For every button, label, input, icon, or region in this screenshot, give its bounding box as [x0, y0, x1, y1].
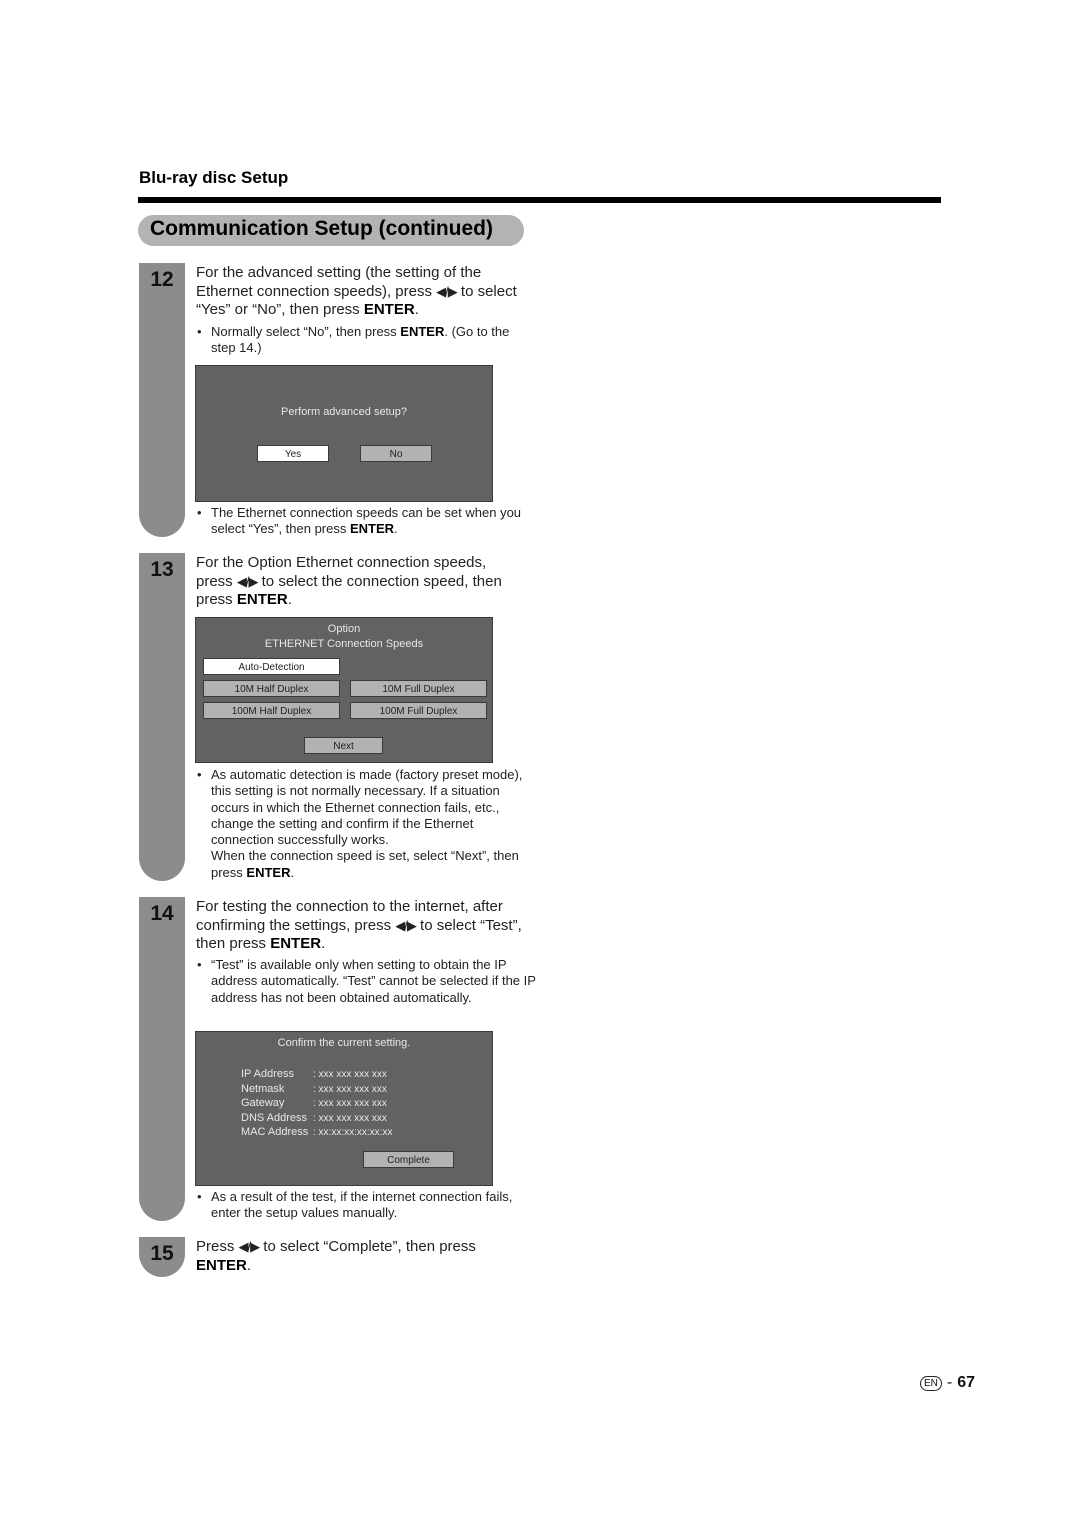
- page-number-value: 67: [957, 1374, 975, 1391]
- 100m-full-duplex-option[interactable]: 100M Full Duplex: [350, 702, 487, 719]
- bullet-icon: •: [197, 1189, 202, 1204]
- bullet-icon: •: [197, 767, 202, 782]
- step-13-bar: [139, 553, 185, 881]
- bullet-icon: •: [197, 324, 202, 339]
- next-button[interactable]: Next: [304, 737, 383, 754]
- dns-address-row: DNS Address: xxx xxx xxx xxx: [241, 1111, 387, 1124]
- ethernet-speed-screen: Option ETHERNET Connection Speeds Auto-D…: [195, 617, 493, 763]
- left-right-arrows-icon: ◀/▶: [236, 573, 259, 589]
- page-title: Communication Setup (continued): [150, 217, 493, 240]
- step-15-instruction: Press ◀/▶ to select “Complete”, then pre…: [196, 1238, 476, 1274]
- step-14-number: 14: [150, 902, 174, 925]
- section-title: Blu-ray disc Setup: [139, 168, 289, 187]
- step-12-instruction: For the advanced setting (the setting of…: [196, 264, 517, 318]
- step-13-number: 13: [150, 558, 174, 581]
- confirm-title: Confirm the current setting.: [277, 1037, 411, 1049]
- header-rule: [138, 197, 941, 203]
- step-14-instruction: For testing the connection to the intern…: [196, 898, 522, 952]
- 10m-half-duplex-option[interactable]: 10M Half Duplex: [203, 680, 340, 697]
- screen-title-option: Option: [327, 623, 361, 635]
- step-12-note: • Normally select “No”, then press ENTER…: [197, 324, 510, 356]
- advanced-setup-prompt: Perform advanced setup?: [281, 406, 407, 418]
- 10m-full-duplex-option[interactable]: 10M Full Duplex: [350, 680, 487, 697]
- mac-address-row: MAC Address: xx:xx:xx:xx:xx:xx: [241, 1126, 393, 1138]
- step-14-note-2: • As a result of the test, if the intern…: [197, 1189, 513, 1221]
- left-right-arrows-icon: ◀/▶: [395, 917, 417, 933]
- 100m-half-duplex-option[interactable]: 100M Half Duplex: [203, 702, 340, 719]
- ip-address-row: IP Address: xxx xxx xxx xxx: [241, 1068, 387, 1080]
- bullet-icon: •: [197, 505, 202, 520]
- auto-detection-option[interactable]: Auto-Detection: [203, 658, 340, 675]
- no-button[interactable]: No: [360, 445, 432, 462]
- yes-button[interactable]: Yes: [257, 445, 329, 462]
- step-15-number: 15: [150, 1242, 174, 1265]
- page-number: EN - 67: [919, 1374, 975, 1392]
- confirm-settings-screen: Confirm the current setting. IP Address:…: [195, 1031, 493, 1186]
- step-12-note-2: • The Ethernet connection speeds can be …: [197, 505, 522, 537]
- step-14-note: • “Test” is available only when setting …: [197, 957, 536, 1005]
- left-right-arrows-icon: ◀/▶: [436, 283, 458, 299]
- bullet-icon: •: [197, 957, 202, 972]
- page-separator: -: [946, 1374, 953, 1391]
- gateway-row: Gateway: xxx xxx xxx xxx: [241, 1097, 387, 1109]
- netmask-row: Netmask: xxx xxx xxx xxx: [241, 1082, 387, 1095]
- step-12-bar: [139, 263, 185, 537]
- left-right-arrows-icon: ◀/▶: [238, 1239, 261, 1254]
- step-12-number: 12: [150, 268, 174, 291]
- language-badge-icon: EN: [919, 1375, 942, 1391]
- complete-button[interactable]: Complete: [363, 1151, 454, 1168]
- step-13-instruction: For the Option Ethernet connection speed…: [196, 554, 502, 608]
- step-13-note: • As automatic detection is made (factor…: [197, 767, 523, 880]
- screen-title-speeds: ETHERNET Connection Speeds: [264, 638, 424, 650]
- advanced-setup-screen: Perform advanced setup? Yes No: [195, 365, 493, 502]
- step-14-bar: [139, 897, 185, 1221]
